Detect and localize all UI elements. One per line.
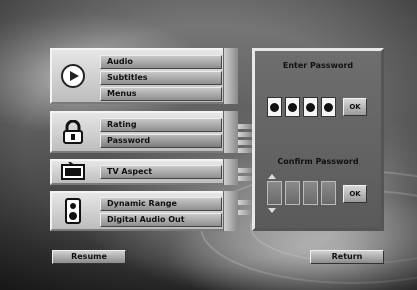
tv-icon [60,159,86,185]
masked-digit-dot [306,102,315,112]
row-scroll-cap [223,159,238,185]
confirm-digit-4[interactable] [321,181,336,205]
disc-play-icon [60,63,86,89]
connector-stripe [238,200,252,205]
menu-item-tv-aspect[interactable]: TV Aspect [100,165,222,179]
password-digit-2[interactable] [285,97,300,117]
enter-password-title: Enter Password [282,61,354,70]
digit-down-arrow-icon[interactable] [268,208,276,213]
menu-group-lock: Rating Password [50,111,238,153]
connector-stripe [238,124,252,129]
connector-stripe [238,176,252,181]
enter-ok-button[interactable]: OK [343,98,367,116]
masked-digit-dot [270,102,279,112]
row-scroll-cap [223,48,238,104]
resume-button[interactable]: Resume [52,250,126,264]
menu-item-digital-audio-out[interactable]: Digital Audio Out [100,213,222,227]
password-digit-3[interactable] [303,97,318,117]
confirm-digit-3[interactable] [303,181,318,205]
speaker-icon [60,198,86,224]
connector-stripe [238,140,252,145]
menu-item-dynamic-range[interactable]: Dynamic Range [100,197,222,211]
password-panel: Enter Password OK Confirm Password OK [252,48,384,231]
confirm-digit-2[interactable] [285,181,300,205]
digit-up-arrow-icon[interactable] [268,174,276,179]
row-scroll-cap [223,191,238,231]
confirm-password-title: Confirm Password [277,157,359,166]
return-button[interactable]: Return [310,250,384,264]
connector-stripe [238,132,252,137]
password-digit-1[interactable] [267,97,282,117]
password-digit-4[interactable] [321,97,336,117]
dvd-setup-screen: Audio Subtitles Menus Rating Password TV… [0,0,417,290]
masked-digit-dot [324,102,333,112]
connector-stripe [238,168,252,173]
menu-item-subtitles[interactable]: Subtitles [100,71,222,85]
connector-stripe [238,210,252,215]
row-scroll-cap [223,111,238,153]
masked-digit-dot [288,102,297,112]
padlock-icon [60,119,86,145]
menu-item-menus[interactable]: Menus [100,87,222,101]
menu-group-display: TV Aspect [50,159,238,185]
menu-item-audio[interactable]: Audio [100,55,222,69]
menu-item-password[interactable]: Password [100,134,222,148]
connector-stripe [238,148,252,153]
menu-item-rating[interactable]: Rating [100,118,222,132]
confirm-digit-1[interactable] [267,181,282,205]
menu-group-language: Audio Subtitles Menus [50,48,238,104]
confirm-ok-button[interactable]: OK [343,185,367,203]
menu-group-sound: Dynamic Range Digital Audio Out [50,191,238,231]
